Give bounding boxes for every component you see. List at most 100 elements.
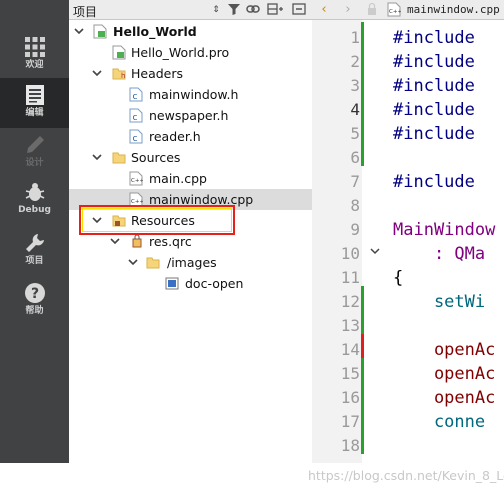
code-line: conne xyxy=(393,412,486,432)
line-number: 2 xyxy=(350,52,360,71)
split-icon[interactable] xyxy=(267,2,283,18)
line-number: 4 xyxy=(350,100,360,119)
code-line: setWi xyxy=(393,292,486,312)
chevron-down-icon[interactable] xyxy=(91,150,103,164)
document-icon xyxy=(25,85,44,105)
qrc-icon xyxy=(132,234,142,248)
code-line: #include xyxy=(393,76,475,96)
svg-text:C++: C++ xyxy=(389,9,401,15)
line-number: 15 xyxy=(340,364,360,383)
tree-item-mainwindow-h[interactable]: c mainwindow.h xyxy=(69,84,312,105)
mode-debug[interactable]: Debug xyxy=(0,175,69,225)
filter-icon[interactable] xyxy=(226,2,242,18)
bug-icon xyxy=(25,183,44,201)
tree-item-newspaper-h[interactable]: c newspaper.h xyxy=(69,105,312,126)
tree-item-label: reader.h xyxy=(149,129,201,144)
tree-item-doc-open[interactable]: doc-open xyxy=(69,273,312,294)
change-marker xyxy=(361,334,364,358)
tree-item-label: Headers xyxy=(131,66,184,81)
c-file-icon: c xyxy=(129,108,143,123)
chevron-down-icon[interactable] xyxy=(73,24,85,38)
folder-icon: h xyxy=(112,68,126,80)
tree-item-label: Hello_World.pro xyxy=(131,45,230,60)
svg-text:c: c xyxy=(133,134,138,144)
line-number: 10 xyxy=(340,244,360,263)
line-number: 7 xyxy=(350,172,360,191)
tree-item-label: res.qrc xyxy=(149,234,192,249)
line-number: 9 xyxy=(350,220,360,239)
mode-sidebar: 欢迎 编辑 设计 Debug 项目 ? 帮助 xyxy=(0,0,69,463)
chevron-down-icon[interactable] xyxy=(127,255,139,269)
tree-item-hello-world[interactable]: Hello_World xyxy=(69,21,312,42)
folder-icon xyxy=(112,152,126,164)
updown-icon[interactable]: ⇕ xyxy=(208,2,224,18)
chevron-down-icon[interactable] xyxy=(91,66,103,80)
image-icon xyxy=(165,277,179,290)
editor-filename[interactable]: mainwindow.cpp xyxy=(407,3,500,16)
svg-text:c: c xyxy=(133,92,138,102)
project-panel-toolbar: 项目 ⇕ xyxy=(69,0,312,20)
help-icon: ? xyxy=(24,283,45,303)
c-file-icon: c xyxy=(129,129,143,144)
project-tree: Hello_World Hello_World.pro h Headers c … xyxy=(69,20,312,463)
mode-edit[interactable]: 编辑 xyxy=(0,78,69,128)
change-marker xyxy=(361,22,364,166)
line-number: 3 xyxy=(350,76,360,95)
code-line: openAc xyxy=(393,364,496,384)
tree-item-sources[interactable]: Sources xyxy=(69,147,312,168)
line-number: 14 xyxy=(340,340,360,359)
svg-text:?: ? xyxy=(30,286,38,302)
code-line: openAc xyxy=(393,388,496,408)
code-line: { xyxy=(393,268,404,288)
link-icon[interactable] xyxy=(245,2,261,18)
code-line: #include xyxy=(393,124,475,144)
tree-item-label: mainwindow.h xyxy=(149,87,239,102)
fold-chevron-icon[interactable] xyxy=(370,246,380,259)
svg-text:C++: C++ xyxy=(131,178,143,184)
mode-label: 项目 xyxy=(25,256,44,266)
code-line: #include xyxy=(393,172,475,192)
mode-design: 设计 xyxy=(0,128,69,178)
line-number: 1 xyxy=(350,28,360,47)
mode-welcome[interactable]: 欢迎 xyxy=(0,30,69,80)
tree-item-label: newspaper.h xyxy=(149,108,229,123)
tree-item-label: Sources xyxy=(131,150,181,165)
mode-label: 编辑 xyxy=(25,108,44,118)
line-number: 17 xyxy=(340,412,360,431)
line-number: 16 xyxy=(340,388,360,407)
mode-label: 设计 xyxy=(25,158,44,168)
close-panel-icon[interactable] xyxy=(291,2,307,18)
mode-projects[interactable]: 项目 xyxy=(0,226,69,276)
wrench-icon xyxy=(25,234,44,252)
cpp-file-icon: C++ xyxy=(386,2,402,18)
tree-item-headers[interactable]: h Headers xyxy=(69,63,312,84)
line-number: 13 xyxy=(340,316,360,335)
lock-icon xyxy=(364,2,380,18)
mode-label: Debug xyxy=(18,205,51,215)
project-panel-title: 项目 xyxy=(73,5,98,19)
mode-help[interactable]: ? 帮助 xyxy=(0,276,69,326)
tree-item-images[interactable]: /images xyxy=(69,252,312,273)
change-marker xyxy=(361,286,364,454)
line-number: 5 xyxy=(350,124,360,143)
tree-item-label: doc-open xyxy=(185,276,244,291)
watermark: https://blog.csdn.net/Kevin_8_Lea xyxy=(308,468,504,483)
code-area[interactable]: #include #include #include #include #include… xyxy=(364,20,504,463)
line-number: 11 xyxy=(340,268,360,287)
code-line: MainWindow xyxy=(393,220,496,240)
tree-item-label: /images xyxy=(167,255,217,270)
resources-highlight-box xyxy=(79,205,235,235)
c-file-icon: c xyxy=(129,87,143,102)
forward-arrow-icon[interactable]: › xyxy=(340,2,356,18)
svg-text:h: h xyxy=(121,72,125,80)
pro-file-icon xyxy=(112,45,126,60)
line-number: 18 xyxy=(340,436,360,455)
code-line: openAc xyxy=(393,340,496,360)
tree-item-main-cpp[interactable]: C++ main.cpp xyxy=(69,168,312,189)
tree-item-reader-h[interactable]: c reader.h xyxy=(69,126,312,147)
chevron-down-icon[interactable] xyxy=(109,234,121,248)
tree-item-pro-file[interactable]: Hello_World.pro xyxy=(69,42,312,63)
project-icon xyxy=(93,24,107,39)
back-arrow-icon[interactable]: ‹ xyxy=(316,2,332,18)
cpp-file-icon: C++ xyxy=(129,171,143,186)
